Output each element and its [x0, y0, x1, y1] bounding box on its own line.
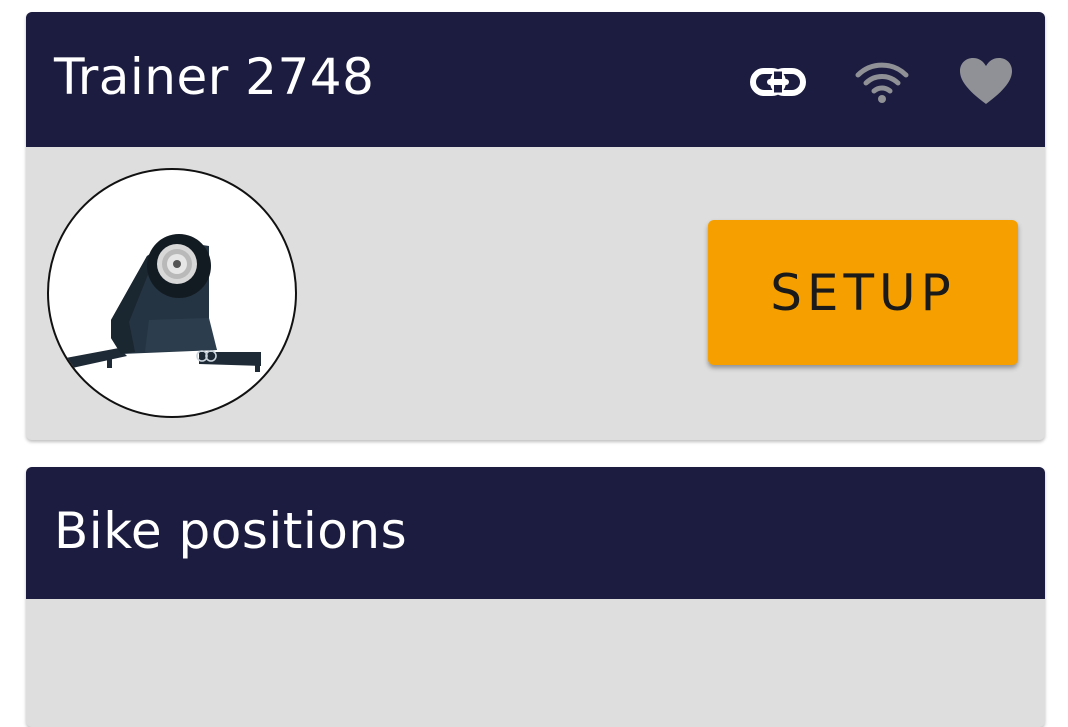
wifi-icon — [852, 54, 912, 110]
trainer-title: Trainer 2748 — [54, 48, 375, 106]
smart-trainer-illustration — [55, 234, 261, 378]
link-icon[interactable] — [748, 54, 808, 110]
trainer-avatar — [47, 168, 297, 418]
trainer-card: Trainer 2748 SETUP — [26, 12, 1045, 440]
setup-button[interactable]: SETUP — [708, 220, 1018, 365]
trainer-card-header: Trainer 2748 — [26, 12, 1045, 147]
bike-positions-card: Bike positions — [26, 467, 1045, 727]
bike-positions-header: Bike positions — [26, 467, 1045, 599]
heart-icon — [956, 54, 1016, 110]
bike-positions-title: Bike positions — [54, 502, 408, 560]
